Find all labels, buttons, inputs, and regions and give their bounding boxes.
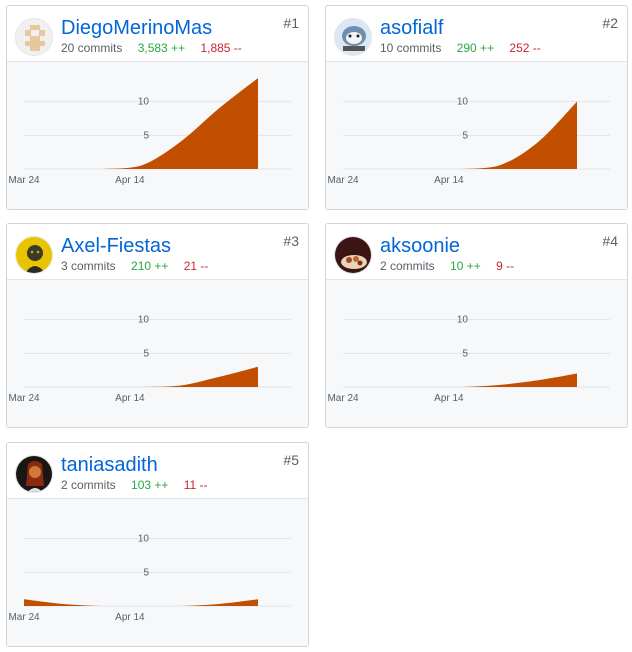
commit-area-series (343, 373, 577, 387)
avatar[interactable] (15, 455, 53, 493)
contributor-stats: 20 commits 3,583 ++ 1,885 -- (61, 40, 242, 56)
commits-link[interactable]: 2 commits (61, 478, 116, 492)
commit-activity-chart: 5 10 Mar 24 Apr 14 (326, 279, 627, 427)
card-header: DiegoMerinoMas 20 commits 3,583 ++ 1,885… (7, 6, 308, 61)
y-tick-label: 5 (143, 348, 149, 359)
commits-link[interactable]: 3 commits (61, 259, 116, 273)
rank-number: #3 (283, 233, 299, 249)
rank-number: #2 (602, 15, 618, 31)
x-tick-label: Apr 14 (434, 175, 464, 186)
y-tick-label: 10 (457, 97, 469, 108)
deletions-count: 9 -- (496, 259, 515, 273)
contributor-stats: 2 commits 103 ++ 11 -- (61, 477, 208, 493)
additions-count: 10 ++ (450, 259, 481, 273)
y-tick-label: 5 (462, 130, 468, 141)
commit-activity-chart: 5 10 Mar 24 Apr 14 (7, 498, 308, 646)
additions-count: 290 ++ (456, 41, 495, 55)
cartoon-avatar-icon (335, 19, 371, 55)
photo-avatar-dark-icon (16, 456, 52, 492)
contributor-login-link[interactable]: asofialf (380, 15, 443, 41)
y-tick-label: 10 (138, 315, 150, 326)
commit-activity-chart: 5 10 Mar 24 Apr 14 (326, 61, 627, 209)
avatar[interactable] (334, 18, 372, 56)
additions-count: 103 ++ (131, 478, 169, 492)
contributor-card: taniasadith 2 commits 103 ++ 11 -- #5 5 1… (6, 442, 309, 647)
avatar[interactable] (15, 236, 53, 274)
x-tick-label: Apr 14 (115, 393, 145, 404)
rank-number: #5 (283, 452, 299, 468)
contributor-card: aksoonie 2 commits 10 ++ 9 -- #4 5 10 Mar … (325, 223, 628, 428)
deletions-count: 21 -- (183, 259, 209, 273)
avatar[interactable] (15, 18, 53, 56)
commit-area-chart: 5 10 Mar 24 Apr 14 (327, 97, 610, 186)
y-tick-label: 10 (138, 97, 150, 108)
avatar[interactable] (334, 236, 372, 274)
y-tick-label: 5 (462, 348, 468, 359)
x-tick-label: Mar 24 (327, 393, 359, 404)
x-tick-label: Mar 24 (327, 175, 359, 186)
contributor-login-link[interactable]: aksoonie (380, 233, 460, 259)
deletions-count: 1,885 -- (200, 41, 242, 55)
contributor-login-link[interactable]: taniasadith (61, 452, 158, 478)
contributor-card: Axel-Fiestas 3 commits 210 ++ 21 -- #3 5… (6, 223, 309, 428)
card-header: aksoonie 2 commits 10 ++ 9 -- #4 (326, 224, 627, 279)
commits-link[interactable]: 2 commits (380, 259, 435, 273)
commit-area-chart: 5 10 Mar 24 Apr 14 (8, 78, 291, 186)
rank-number: #4 (602, 233, 618, 249)
x-tick-label: Mar 24 (8, 175, 40, 186)
contributor-login-link[interactable]: DiegoMerinoMas (61, 15, 212, 41)
y-tick-label: 5 (143, 567, 149, 578)
card-header: taniasadith 2 commits 103 ++ 11 -- #5 (7, 443, 308, 498)
commit-area-series (24, 599, 258, 606)
deletions-count: 11 -- (183, 478, 208, 492)
commit-activity-chart: 5 10 Mar 24 Apr 14 (7, 61, 308, 209)
x-tick-label: Apr 14 (115, 612, 145, 623)
additions-count: 3,583 ++ (137, 41, 186, 55)
x-tick-label: Apr 14 (434, 393, 464, 404)
photo-avatar-food-icon (335, 237, 371, 273)
card-header: asofialf 10 commits 290 ++ 252 -- #2 (326, 6, 627, 61)
y-tick-label: 5 (143, 130, 149, 141)
contributor-card: DiegoMerinoMas 20 commits 3,583 ++ 1,885… (6, 5, 309, 210)
commit-area-chart: 5 10 Mar 24 Apr 14 (8, 534, 291, 623)
x-tick-label: Mar 24 (8, 612, 40, 623)
commit-area-series (24, 366, 258, 387)
commit-area-series (24, 78, 258, 169)
deletions-count: 252 -- (509, 41, 541, 55)
commit-activity-chart: 5 10 Mar 24 Apr 14 (7, 279, 308, 427)
contributor-stats: 2 commits 10 ++ 9 -- (380, 258, 514, 274)
commit-area-chart: 5 10 Mar 24 Apr 14 (8, 315, 291, 404)
x-tick-label: Apr 14 (115, 175, 145, 186)
card-header: Axel-Fiestas 3 commits 210 ++ 21 -- #3 (7, 224, 308, 279)
rank-number: #1 (283, 15, 299, 31)
contributor-login-link[interactable]: Axel-Fiestas (61, 233, 171, 259)
additions-count: 210 ++ (131, 259, 169, 273)
photo-avatar-yellow-icon (16, 237, 52, 273)
x-tick-label: Mar 24 (8, 393, 40, 404)
contributor-stats: 3 commits 210 ++ 21 -- (61, 258, 208, 274)
y-tick-label: 10 (457, 315, 469, 326)
pixel-identicon-avatar-icon (16, 19, 52, 55)
contributor-stats: 10 commits 290 ++ 252 -- (380, 40, 541, 56)
commit-area-chart: 5 10 Mar 24 Apr 14 (327, 315, 610, 404)
y-tick-label: 10 (138, 534, 150, 545)
commits-link[interactable]: 20 commits (61, 41, 122, 55)
contributor-card: asofialf 10 commits 290 ++ 252 -- #2 5 10… (325, 5, 628, 210)
commits-link[interactable]: 10 commits (380, 41, 441, 55)
